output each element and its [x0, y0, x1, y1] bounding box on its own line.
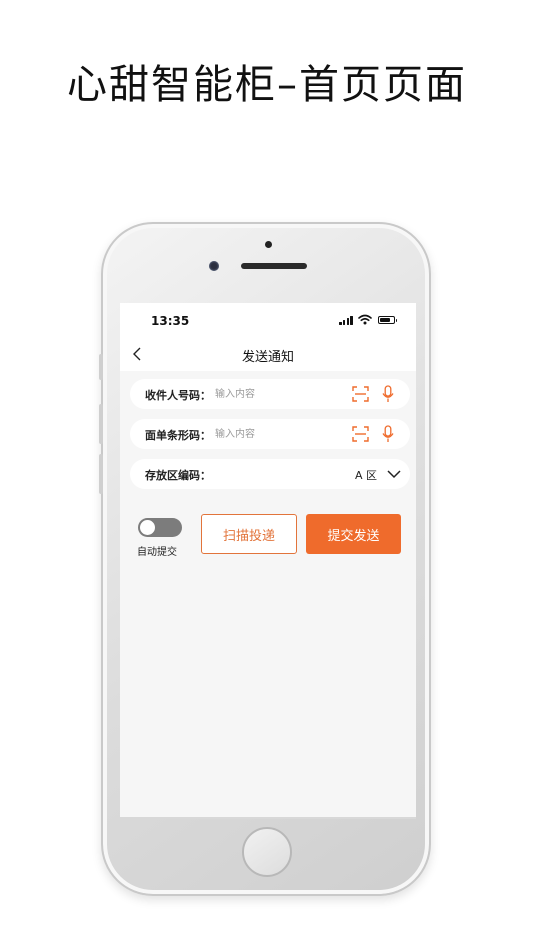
nav-bar: 发送通知	[120, 337, 416, 371]
waybill-barcode-row: 面单条形码：	[130, 419, 410, 449]
recipient-number-input[interactable]	[215, 386, 335, 402]
phone-front-camera	[209, 261, 219, 271]
storage-area-label: 存放区编码：	[145, 469, 211, 482]
recipient-number-row: 收件人号码：	[130, 379, 410, 409]
auto-submit-label: 自动提交	[137, 547, 177, 558]
wifi-icon	[358, 314, 372, 325]
storage-area-select[interactable]: 存放区编码： A 区	[130, 459, 410, 489]
phone-mute-switch	[99, 354, 103, 380]
chevron-down-icon[interactable]	[387, 468, 401, 480]
phone-mockup: 13:35 发送通知 收件人号码： 输入内容 面单条形码： 输入内容 存放区编码…	[99, 222, 431, 896]
home-button[interactable]	[242, 827, 292, 877]
screen-divider	[120, 817, 416, 819]
phone-sensor	[265, 241, 272, 248]
status-time: 13:35	[151, 314, 190, 328]
page-title: 发送通知	[241, 350, 294, 365]
scan-icon[interactable]	[352, 426, 369, 442]
auto-submit-toggle[interactable]	[138, 518, 182, 537]
page-headline: 心甜智能柜–首页页面	[67, 62, 467, 108]
phone-earpiece	[241, 263, 307, 269]
toggle-knob	[140, 520, 155, 535]
scan-icon[interactable]	[352, 386, 369, 402]
submit-send-button[interactable]: 提交发送	[306, 514, 401, 554]
waybill-barcode-label: 面单条形码：	[145, 429, 211, 442]
status-bar: 13:35	[120, 303, 416, 337]
microphone-icon[interactable]	[382, 385, 394, 403]
app-screen: 13:35 发送通知 收件人号码： 输入内容 面单条形码： 输入内容 存放区编码…	[120, 303, 416, 819]
waybill-barcode-input[interactable]	[215, 426, 335, 442]
scan-deliver-button[interactable]: 扫描投递	[201, 514, 297, 554]
recipient-number-label: 收件人号码：	[145, 389, 211, 402]
microphone-icon[interactable]	[382, 425, 394, 443]
storage-area-value: A 区	[355, 469, 378, 482]
cellular-signal-icon	[339, 316, 355, 325]
phone-volume-up	[99, 404, 103, 444]
phone-volume-down	[99, 454, 103, 494]
battery-icon	[378, 316, 397, 324]
